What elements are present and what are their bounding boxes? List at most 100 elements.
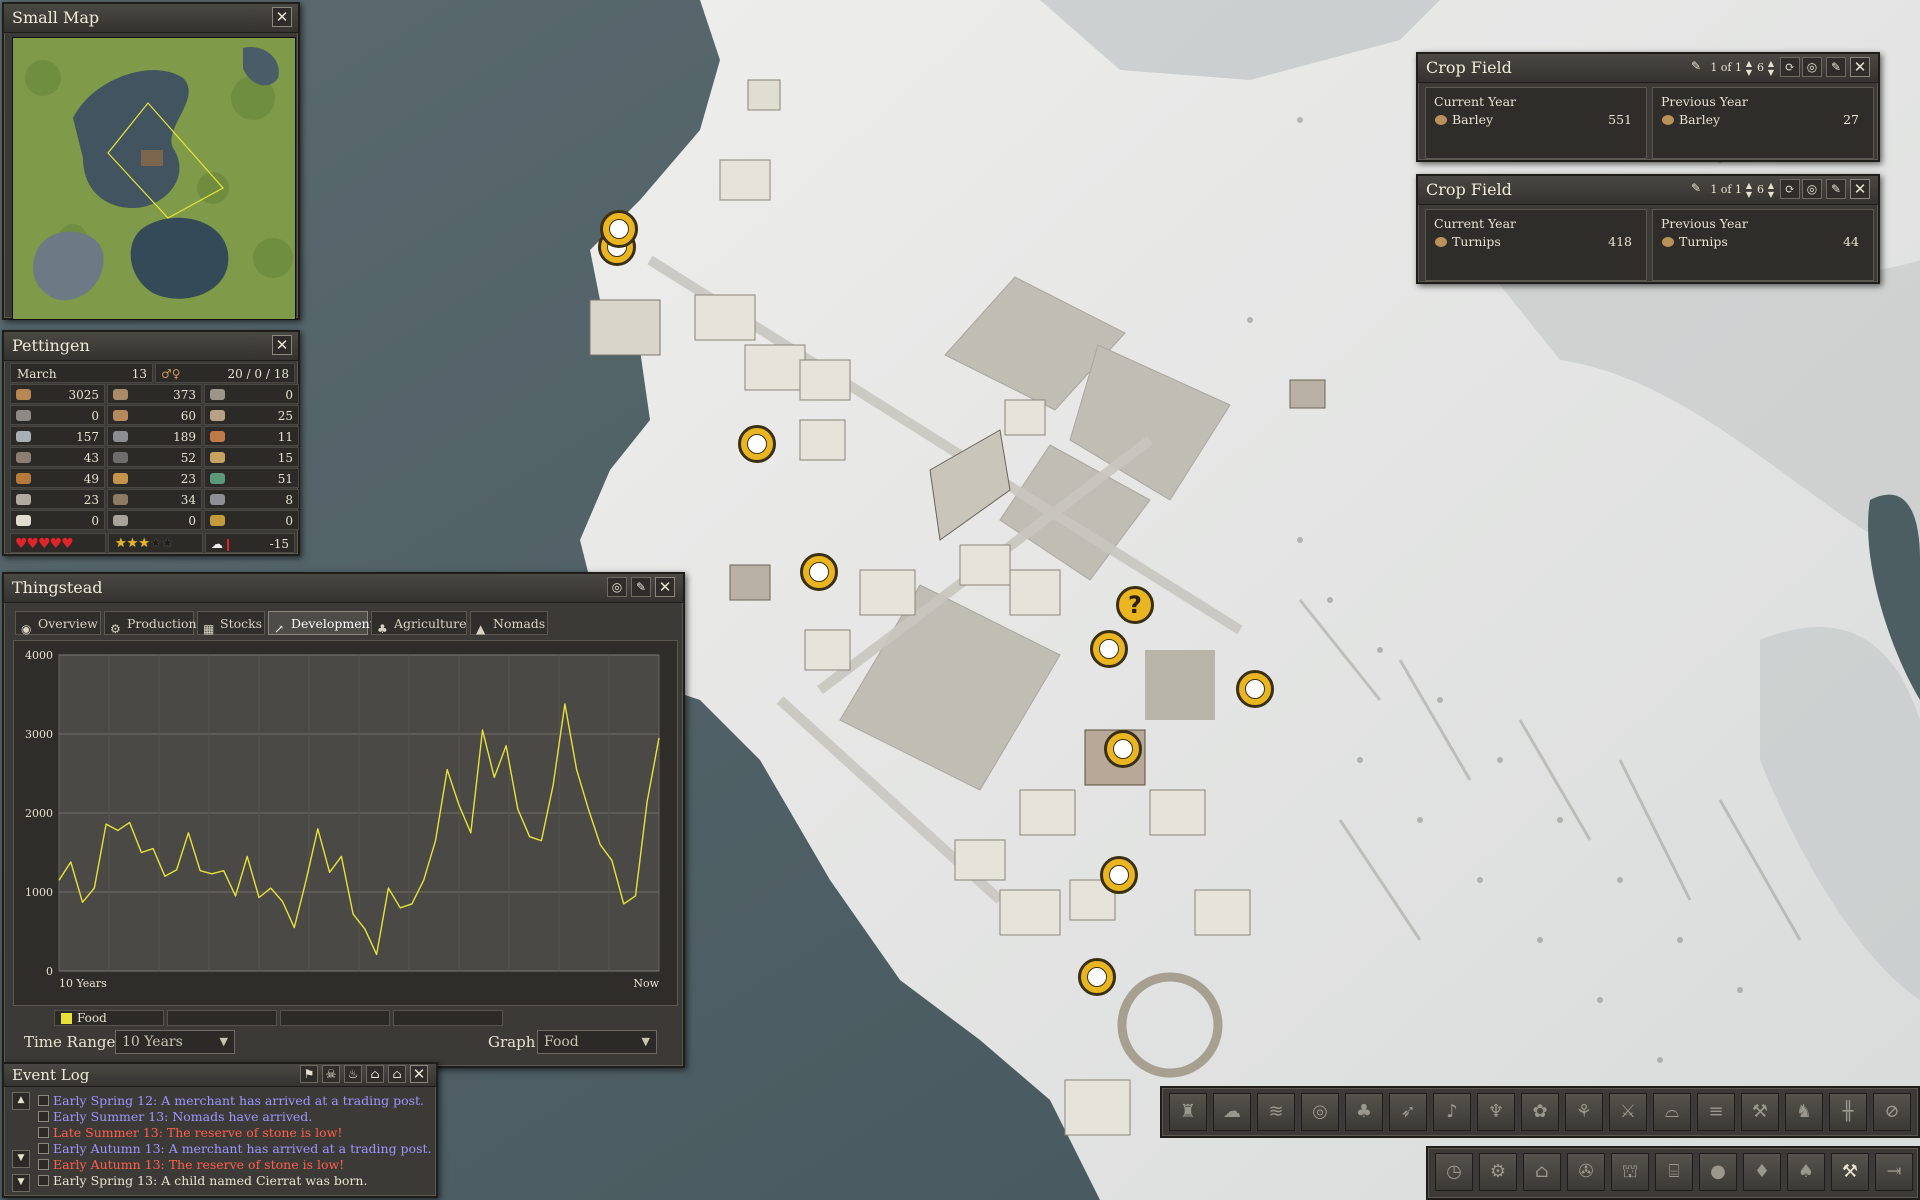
close-button[interactable]: ✕	[1850, 179, 1870, 199]
legend-slot-empty[interactable]	[280, 1010, 390, 1026]
tab-overview[interactable]: ◉ Overview	[15, 611, 101, 636]
map-marker[interactable]	[1236, 670, 1274, 708]
legend-slot-empty[interactable]	[393, 1010, 503, 1026]
pick-icon	[210, 410, 225, 421]
target-button[interactable]: ◎	[607, 577, 627, 597]
wheel-menu-button[interactable]: ✇	[1567, 1153, 1605, 1191]
target-icon[interactable]: ◎	[1802, 57, 1822, 77]
event-log-entry[interactable]: Early Spring 12: A merchant has arrived …	[38, 1093, 424, 1108]
cancel-tool-button[interactable]: ⊘	[1873, 1093, 1911, 1131]
pin-icon[interactable]: ✎	[1826, 179, 1846, 199]
tag-icon[interactable]: ✎	[1686, 57, 1706, 77]
wheat-tool-button[interactable]: ⚘	[1565, 1093, 1603, 1131]
count-arrows[interactable]: ▲ ▼	[1768, 181, 1774, 199]
field-tool-button[interactable]: ≡	[1697, 1093, 1735, 1131]
well-tool-button[interactable]: ♜	[1169, 1093, 1207, 1131]
town-panel: Pettingen ✕ March 13 ♂♀ 20 / 0 / 18 3025…	[2, 330, 300, 556]
trash-filter-icon[interactable]: ⌂	[366, 1065, 384, 1083]
map-marker[interactable]	[1078, 958, 1116, 996]
build-menu-button[interactable]: ⚒	[1831, 1153, 1869, 1191]
crossed-tools-tool-button[interactable]: ⚔	[1609, 1093, 1647, 1131]
clock-menu-button[interactable]: ◷	[1435, 1153, 1473, 1191]
event-log-entry[interactable]: Early Spring 13: A child named Cierrat w…	[38, 1173, 367, 1188]
event-log-entry[interactable]: Early Autumn 13: The reserve of stone is…	[38, 1157, 344, 1172]
legend-item-food[interactable]: Food	[54, 1010, 164, 1026]
target-tool-button[interactable]: ◎	[1301, 1093, 1339, 1131]
expand-icon[interactable]	[38, 1159, 49, 1170]
time-range-dropdown[interactable]: 10 Years ▼	[115, 1030, 235, 1054]
map-marker[interactable]	[800, 553, 838, 591]
expand-icon[interactable]	[38, 1111, 49, 1122]
pin-button[interactable]: ✎	[631, 577, 651, 597]
skull-filter-icon[interactable]: ☠	[322, 1065, 340, 1083]
house-filter-icon[interactable]: ⌂	[388, 1065, 406, 1083]
drop-menu-button[interactable]: ♦	[1743, 1153, 1781, 1191]
thermometer-icon: ☁❙	[211, 537, 234, 551]
star-icon: ★	[138, 536, 150, 551]
count-arrows[interactable]: ▲ ▼	[1768, 59, 1774, 77]
temple-menu-button[interactable]: ⌸	[1655, 1153, 1693, 1191]
main-toolbar: ◷ ⚙ ⌂ ✇ ⛫ ⌸ ● ♦ ♠ ⚒ ⇥	[1426, 1146, 1920, 1200]
map-marker[interactable]	[1104, 730, 1142, 768]
resource-cell: 11	[204, 426, 299, 446]
hammer-tool-button[interactable]: ⚒	[1741, 1093, 1779, 1131]
orchard-tool-button[interactable]: ♣	[1345, 1093, 1383, 1131]
legend-slot-empty[interactable]	[167, 1010, 277, 1026]
expand-icon[interactable]	[38, 1175, 49, 1186]
refresh-icon[interactable]: ⟳	[1780, 57, 1800, 77]
tab-nomads[interactable]: ▲ Nomads	[470, 611, 548, 636]
exit-menu-button[interactable]: ⇥	[1875, 1153, 1913, 1191]
tab-development[interactable]: ↗ Development	[268, 611, 375, 636]
close-button[interactable]: ✕	[272, 7, 292, 27]
bridge-tool-button[interactable]: ≋	[1257, 1093, 1295, 1131]
event-log-entry[interactable]: Late Summer 13: The reserve of stone is …	[38, 1125, 342, 1140]
question-marker[interactable]: ?	[1116, 586, 1154, 624]
resource-value: 157	[76, 430, 99, 444]
fence-tool-button[interactable]: ╫	[1829, 1093, 1867, 1131]
map-marker[interactable]	[1100, 856, 1138, 894]
house-menu-button[interactable]: ⌂	[1523, 1153, 1561, 1191]
tag-icon[interactable]: ✎	[1686, 179, 1706, 199]
current-year-label: Current Year	[1434, 94, 1517, 109]
scroll-bottom-button[interactable]: ▼	[12, 1174, 30, 1192]
map-marker[interactable]	[738, 425, 776, 463]
tab-agriculture[interactable]: ♣ Agriculture	[371, 611, 467, 636]
graph-dropdown[interactable]: Food ▼	[537, 1030, 657, 1054]
pot-tool-button[interactable]: ⌓	[1653, 1093, 1691, 1131]
scroll-down-button[interactable]: ▼	[12, 1150, 30, 1168]
tab-production[interactable]: ⚙ Production	[104, 611, 197, 636]
refresh-icon[interactable]: ⟳	[1780, 179, 1800, 199]
expand-icon[interactable]	[38, 1127, 49, 1138]
minimap[interactable]	[12, 37, 296, 320]
event-log-entry[interactable]: Early Autumn 13: A merchant has arrived …	[38, 1141, 432, 1156]
lobster-tool-button[interactable]: ♆	[1477, 1093, 1515, 1131]
fire-filter-icon[interactable]: ♨	[344, 1065, 362, 1083]
event-log-entry[interactable]: Early Summer 13: Nomads have arrived.	[38, 1109, 312, 1124]
close-button[interactable]: ✕	[272, 335, 292, 355]
expand-icon[interactable]	[38, 1095, 49, 1106]
flag-filter-icon[interactable]: ⚑	[300, 1065, 318, 1083]
bow-tool-button[interactable]: ➶	[1389, 1093, 1427, 1131]
pin-icon[interactable]: ✎	[1826, 57, 1846, 77]
pager-arrows[interactable]: ▲ ▼	[1746, 59, 1752, 77]
map-marker[interactable]	[600, 210, 638, 248]
resource-value: 189	[173, 430, 196, 444]
horn-tool-button[interactable]: ♪	[1433, 1093, 1471, 1131]
barn-menu-button[interactable]: ⛫	[1611, 1153, 1649, 1191]
close-button[interactable]: ✕	[410, 1065, 428, 1083]
scroll-up-button[interactable]: ▲	[12, 1092, 30, 1110]
berry-tool-button[interactable]: ✿	[1521, 1093, 1559, 1131]
pager-arrows[interactable]: ▲ ▼	[1746, 181, 1752, 199]
tree-menu-button[interactable]: ♠	[1787, 1153, 1825, 1191]
map-marker[interactable]	[1090, 630, 1128, 668]
expand-icon[interactable]	[38, 1143, 49, 1154]
boulder-tool-button[interactable]: ☁	[1213, 1093, 1251, 1131]
target-icon[interactable]: ◎	[1802, 179, 1822, 199]
close-button[interactable]: ✕	[1850, 57, 1870, 77]
gears-menu-button[interactable]: ⚙	[1479, 1153, 1517, 1191]
tab-stocks[interactable]: ▦ Stocks	[197, 611, 265, 636]
apple-menu-button[interactable]: ●	[1699, 1153, 1737, 1191]
close-button[interactable]: ✕	[655, 577, 675, 597]
temperature-cell: ☁❙ -15	[205, 533, 295, 553]
chair-tool-button[interactable]: ♞	[1785, 1093, 1823, 1131]
